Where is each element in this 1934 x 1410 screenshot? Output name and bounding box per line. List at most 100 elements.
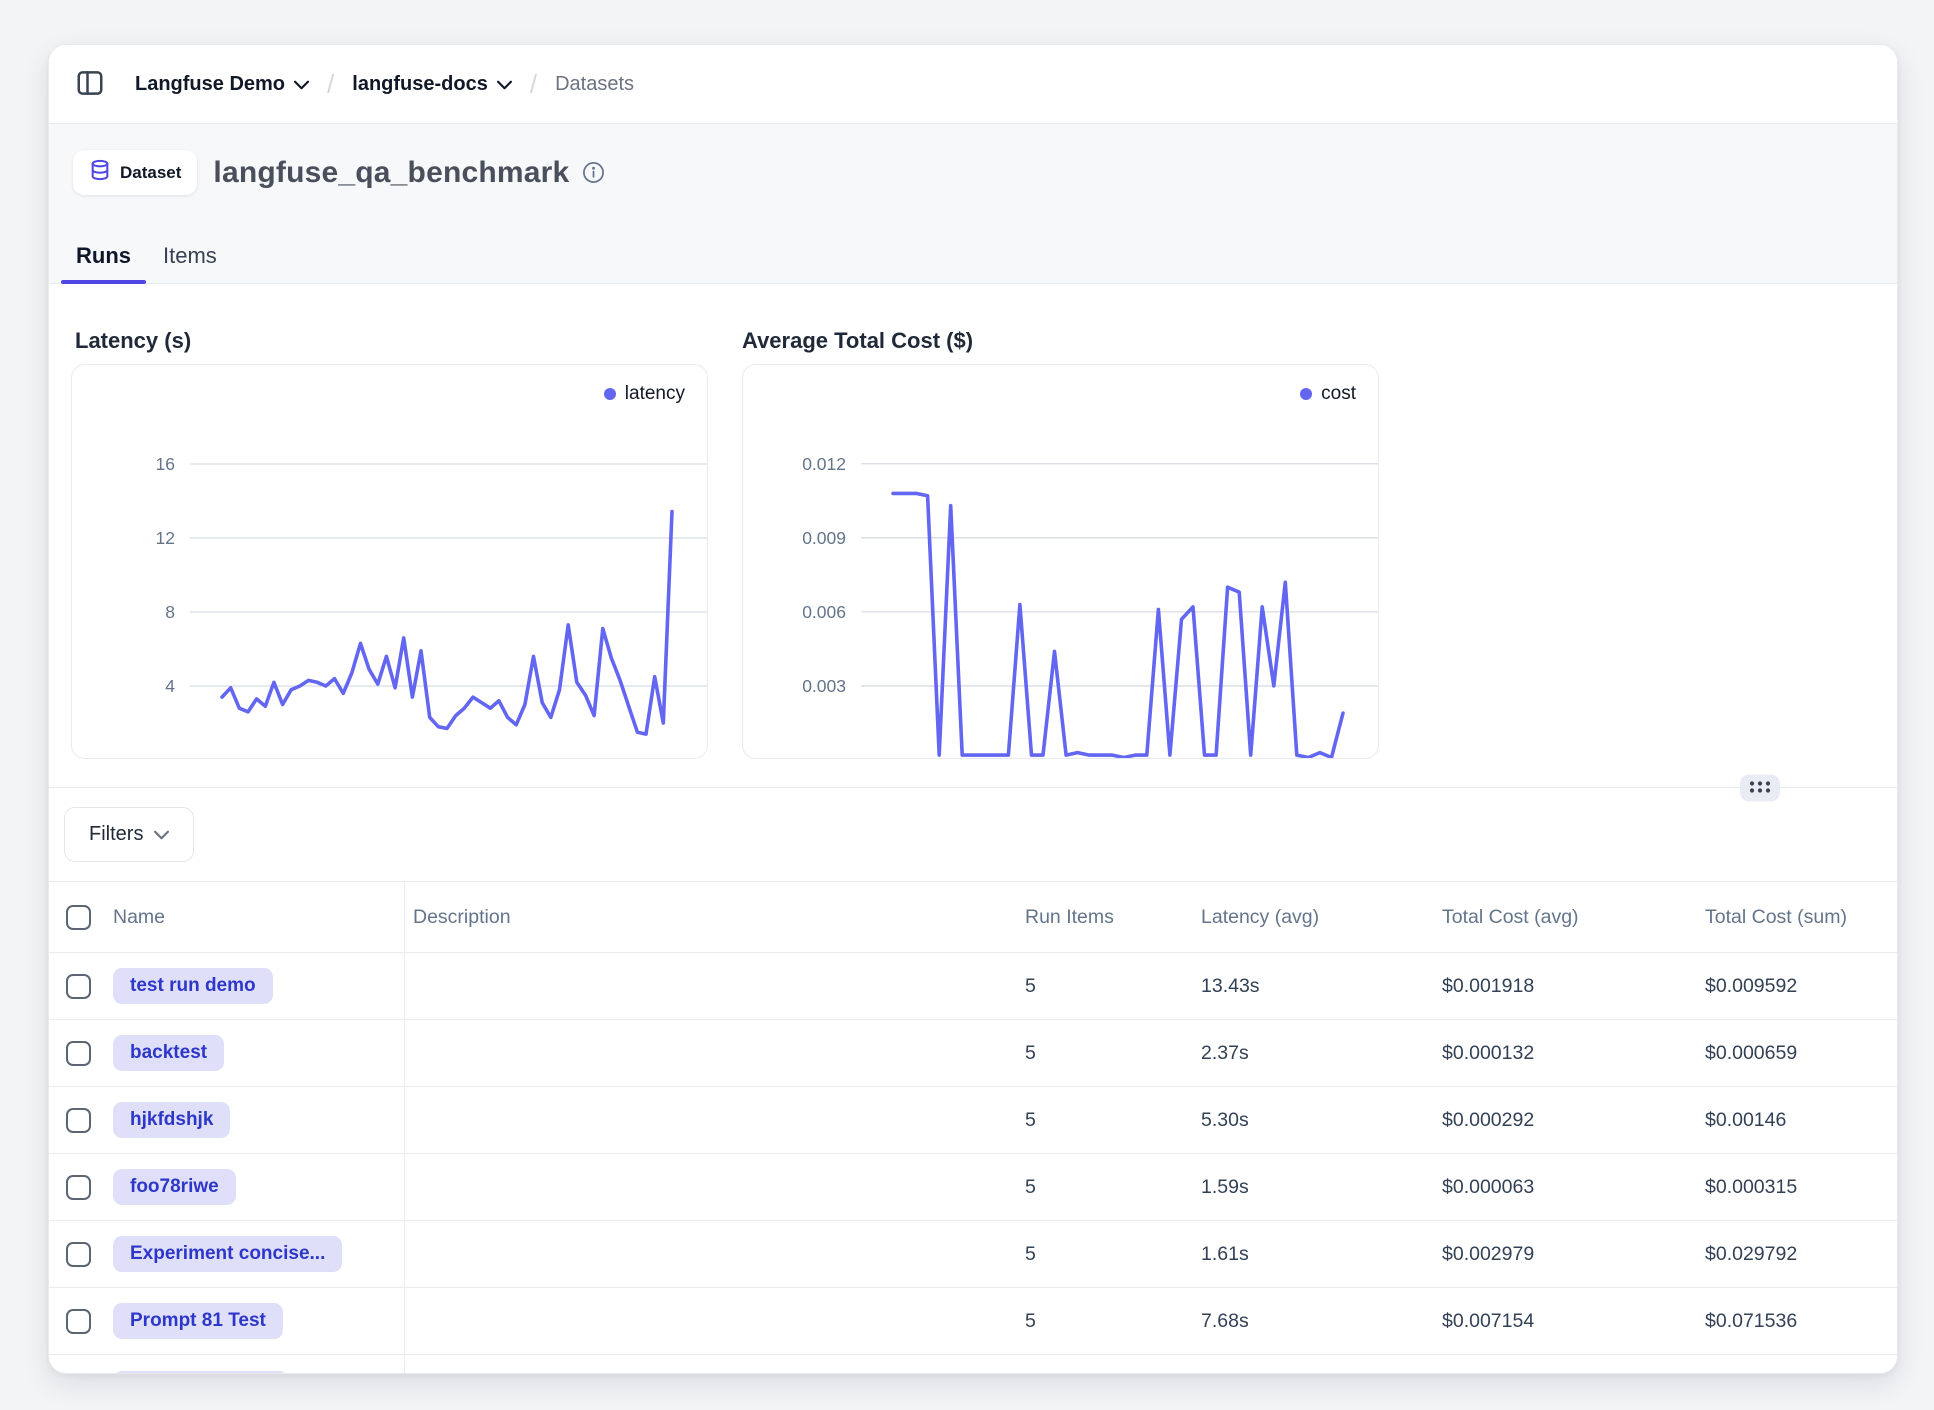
latency-chart: 481216 latency xyxy=(71,364,708,759)
table-body: test run demo 5 13.43s $0.001918 $0.0095… xyxy=(49,953,1897,1355)
breadcrumb-env-dropdown[interactable]: langfuse-docs xyxy=(352,73,512,96)
select-all-checkbox[interactable] xyxy=(66,905,91,930)
column-header-run-items[interactable]: Run Items xyxy=(1017,906,1193,929)
legend-dot-icon xyxy=(1300,388,1312,400)
run-latency-avg: 7.68s xyxy=(1193,1310,1434,1333)
table-row[interactable]: Experiment concise... 5 1.61s $0.002979 … xyxy=(49,1221,1897,1288)
dataset-type-badge: Dataset xyxy=(73,150,197,195)
cost-legend: cost xyxy=(1300,383,1356,405)
latency-legend: latency xyxy=(604,383,685,405)
chevron-down-icon xyxy=(497,73,512,96)
table-row-partial xyxy=(49,1355,1897,1374)
run-total-cost-sum: $0.071536 xyxy=(1697,1310,1897,1333)
svg-text:16: 16 xyxy=(156,454,175,474)
latency-line-plot: 481216 xyxy=(72,365,708,759)
run-items-count: 5 xyxy=(1017,1176,1193,1199)
run-total-cost-avg: $0.000132 xyxy=(1434,1042,1697,1065)
svg-text:0.006: 0.006 xyxy=(802,602,846,622)
filters-button[interactable]: Filters xyxy=(64,807,194,862)
run-description xyxy=(405,1087,1017,1153)
run-latency-avg: 1.61s xyxy=(1193,1243,1434,1266)
table-row[interactable]: test run demo 5 13.43s $0.001918 $0.0095… xyxy=(49,953,1897,1020)
run-latency-avg: 2.37s xyxy=(1193,1042,1434,1065)
database-icon xyxy=(89,159,111,186)
breadcrumb-project-label: Langfuse Demo xyxy=(135,73,285,96)
run-items-count: 5 xyxy=(1017,1310,1193,1333)
column-header-total-cost-sum[interactable]: Total Cost (sum) xyxy=(1697,906,1897,929)
table-header-row: Name Description Run Items Latency (avg)… xyxy=(49,881,1897,953)
svg-text:0.009: 0.009 xyxy=(802,528,846,548)
run-name-badge[interactable]: Prompt 81 Test xyxy=(113,1303,283,1339)
table-row[interactable]: backtest 5 2.37s $0.000132 $0.000659 xyxy=(49,1020,1897,1087)
tab-bar: Runs Items xyxy=(61,243,232,283)
column-header-latency-avg[interactable]: Latency (avg) xyxy=(1193,906,1434,929)
row-checkbox[interactable] xyxy=(66,974,91,999)
runs-table: Name Description Run Items Latency (avg)… xyxy=(49,881,1897,1374)
row-checkbox[interactable] xyxy=(66,1242,91,1267)
run-total-cost-avg: $0.001918 xyxy=(1434,975,1697,998)
row-checkbox[interactable] xyxy=(66,1108,91,1133)
run-description xyxy=(405,1154,1017,1220)
tab-runs[interactable]: Runs xyxy=(61,243,146,283)
run-items-count: 5 xyxy=(1017,975,1193,998)
breadcrumb-separator: / xyxy=(530,69,537,100)
run-items-count: 5 xyxy=(1017,1109,1193,1132)
run-description xyxy=(405,1288,1017,1354)
latency-chart-title: Latency (s) xyxy=(75,326,712,356)
run-total-cost-sum: $0.009592 xyxy=(1697,975,1897,998)
row-checkbox[interactable] xyxy=(66,1175,91,1200)
row-checkbox[interactable] xyxy=(66,1309,91,1334)
svg-text:12: 12 xyxy=(156,528,175,548)
info-icon[interactable] xyxy=(582,161,605,184)
main-card: Langfuse Demo / langfuse-docs / Datasets xyxy=(48,44,1898,1374)
run-items-count: 5 xyxy=(1017,1243,1193,1266)
tab-items[interactable]: Items xyxy=(148,243,232,283)
filters-section: Filters xyxy=(49,787,1897,881)
run-total-cost-sum: $0.000659 xyxy=(1697,1042,1897,1065)
breadcrumb-page[interactable]: Datasets xyxy=(555,73,634,96)
section-resize-handle[interactable] xyxy=(1740,775,1780,802)
breadcrumb-separator: / xyxy=(327,69,334,100)
run-name-badge[interactable]: hjkfdshjk xyxy=(113,1102,230,1138)
row-checkbox[interactable] xyxy=(66,1041,91,1066)
breadcrumb-env-label: langfuse-docs xyxy=(352,73,488,96)
run-description xyxy=(405,953,1017,1019)
panel-left-icon xyxy=(75,68,105,101)
dataset-badge-label: Dataset xyxy=(120,163,181,183)
legend-dot-icon xyxy=(604,388,616,400)
run-latency-avg: 1.59s xyxy=(1193,1176,1434,1199)
run-name-badge[interactable]: test run demo xyxy=(113,968,273,1004)
column-header-name[interactable]: Name xyxy=(105,882,405,952)
run-latency-avg: 13.43s xyxy=(1193,975,1434,998)
run-total-cost-avg: $0.000063 xyxy=(1434,1176,1697,1199)
svg-text:0.003: 0.003 xyxy=(802,676,846,696)
run-name-badge[interactable]: Experiment concise... xyxy=(113,1236,342,1272)
breadcrumb: Langfuse Demo / langfuse-docs / Datasets xyxy=(135,69,634,100)
run-name-badge[interactable] xyxy=(113,1371,288,1374)
run-total-cost-avg: $0.007154 xyxy=(1434,1310,1697,1333)
breadcrumb-project-dropdown[interactable]: Langfuse Demo xyxy=(135,73,309,96)
table-row[interactable]: hjkfdshjk 5 5.30s $0.000292 $0.00146 xyxy=(49,1087,1897,1154)
sidebar-toggle-button[interactable] xyxy=(73,67,107,101)
column-header-total-cost-avg[interactable]: Total Cost (avg) xyxy=(1434,906,1697,929)
run-items-count: 5 xyxy=(1017,1042,1193,1065)
chevron-down-icon xyxy=(154,823,169,846)
top-bar: Langfuse Demo / langfuse-docs / Datasets xyxy=(49,45,1897,124)
run-latency-avg: 5.30s xyxy=(1193,1109,1434,1132)
table-row[interactable]: Prompt 81 Test 5 7.68s $0.007154 $0.0715… xyxy=(49,1288,1897,1355)
svg-text:0.012: 0.012 xyxy=(802,454,846,474)
run-total-cost-sum: $0.029792 xyxy=(1697,1243,1897,1266)
grip-dots-icon xyxy=(1747,779,1773,798)
run-description xyxy=(405,1221,1017,1287)
legend-label: latency xyxy=(625,383,685,405)
table-row[interactable]: foo78riwe 5 1.59s $0.000063 $0.000315 xyxy=(49,1154,1897,1221)
cost-chart: 0.003 0.006 0.009 0.012 cost xyxy=(742,364,1379,759)
run-total-cost-avg: $0.000292 xyxy=(1434,1109,1697,1132)
run-total-cost-sum: $0.00146 xyxy=(1697,1109,1897,1132)
column-header-description[interactable]: Description xyxy=(405,882,1017,952)
page-title: langfuse_qa_benchmark xyxy=(213,156,569,190)
run-name-badge[interactable]: foo78riwe xyxy=(113,1169,236,1205)
svg-text:4: 4 xyxy=(165,676,175,696)
run-total-cost-sum: $0.000315 xyxy=(1697,1176,1897,1199)
run-name-badge[interactable]: backtest xyxy=(113,1035,224,1071)
